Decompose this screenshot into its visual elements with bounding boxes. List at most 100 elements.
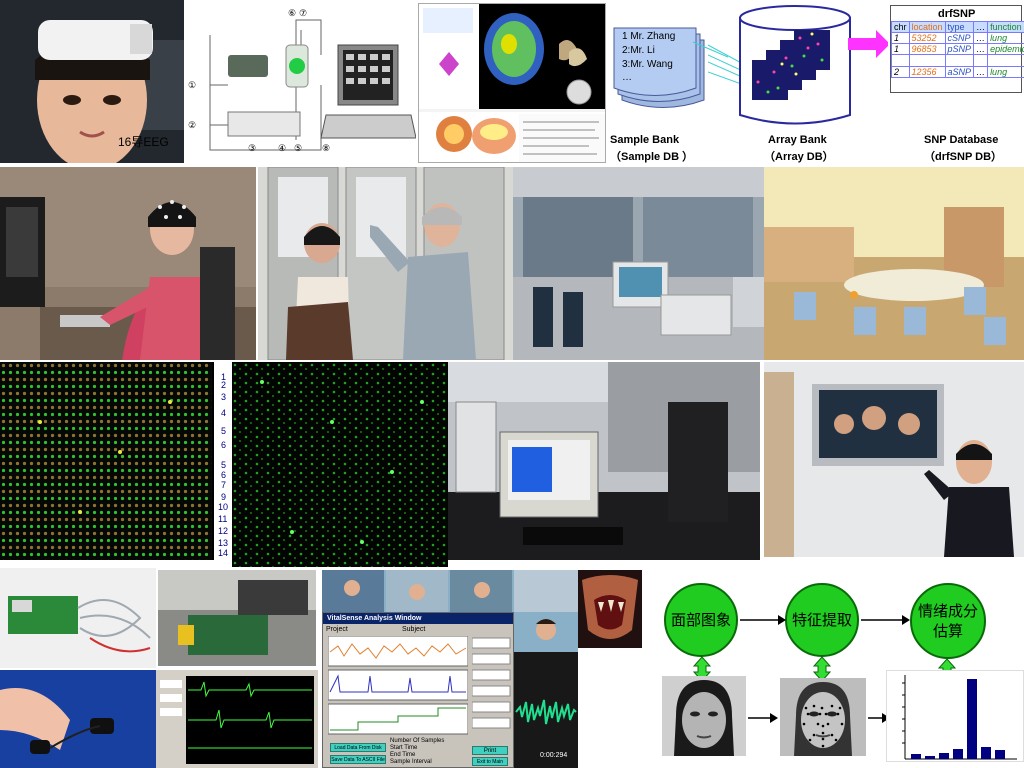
array-number: 5 xyxy=(221,426,227,436)
load-data-button[interactable]: Load Data From Disk xyxy=(330,743,386,752)
table-row: 1 96853 pSNP … epidemic xyxy=(891,43,1024,55)
face-photo-feature-points xyxy=(780,678,866,756)
brain-software-screenshot xyxy=(418,3,606,163)
snp-cell-type: aSNP xyxy=(944,66,975,78)
ecg-software-screenshot xyxy=(156,670,318,768)
table-row xyxy=(891,54,1024,67)
snp-cell-function: lung xyxy=(987,66,1024,78)
creature-face-art xyxy=(578,570,642,648)
array-number: 12 xyxy=(218,526,229,536)
snp-cell-ellipsis: … xyxy=(973,32,989,44)
vitalsense-project-label: Project xyxy=(326,626,348,633)
right-arrow-icon xyxy=(740,615,786,625)
photo-circuit-bench-art xyxy=(158,570,316,666)
photo-lab-room-computers xyxy=(513,167,764,360)
save-data-button[interactable]: Save Data To ASCII File xyxy=(330,755,386,764)
snp-cell-chr: 2 xyxy=(891,66,910,78)
flow-step-face-image: 面部图象 xyxy=(664,583,738,657)
photo-sensor-board-cables xyxy=(0,568,156,668)
emotion-bar-chart-svg xyxy=(902,675,1017,760)
array-number: 2 xyxy=(221,380,227,390)
snp-header-chr: chr xyxy=(891,21,910,33)
photo-video-screen-art xyxy=(764,362,1024,557)
snp-cell-chr: 1 xyxy=(891,43,910,55)
snp-cell-function xyxy=(987,54,1024,67)
photo-researcher-adjusting-eeg-cap xyxy=(258,167,513,360)
snp-cell-chr: 1 xyxy=(891,32,910,44)
sample-row-3: 3:Mr. Wang xyxy=(622,59,673,70)
right-arrow-icon xyxy=(748,713,778,723)
sample-bank-label: Sample Bank xyxy=(610,134,680,146)
emotion-bars xyxy=(911,679,1005,759)
snp-table-header: chr location type … function xyxy=(891,21,1024,33)
vitalsense-value-boxes xyxy=(472,637,511,729)
face-photo-feature-points-art xyxy=(780,678,866,756)
eeg-system-diagram: ⑥ ⑦ ① ② ③ ④ ⑤ ⑧ xyxy=(186,0,416,163)
array-bank-sublabel: （Array DB） xyxy=(764,151,834,163)
sample-row-1: 1 Mr. Zhang xyxy=(622,31,676,42)
diagram-label-8: ⑧ xyxy=(322,143,331,153)
snp-db-sublabel: （drfSNP DB） xyxy=(924,151,1003,163)
photo-woman-eeg-art xyxy=(0,167,256,360)
snp-header-location: location xyxy=(908,21,946,33)
ecg-software-art xyxy=(156,670,318,768)
snp-cell-type: cSNP xyxy=(944,32,975,44)
face-photo-original-art xyxy=(662,676,746,756)
array-number: 13 xyxy=(218,538,229,548)
snp-cell-ellipsis xyxy=(973,54,989,67)
exit-to-main-button[interactable]: Exit to Main xyxy=(472,757,508,766)
array-number: 10 xyxy=(218,502,229,512)
snp-cell-location: 12356 xyxy=(908,66,946,78)
array-number: 14 xyxy=(218,548,229,558)
vitalsense-signal-plots xyxy=(328,636,468,735)
array-bank-cylinder xyxy=(708,5,888,125)
table-row: 1 53252 cSNP … lung xyxy=(891,32,1024,44)
array-number: 9 xyxy=(221,492,227,502)
array-number: 11 xyxy=(218,514,228,524)
vitalsense-title-bar: VitalSense Analysis Window xyxy=(323,613,513,624)
snp-header-type: type xyxy=(944,21,975,33)
snp-cell-type xyxy=(944,54,975,67)
snp-cell-type: pSNP xyxy=(944,43,975,55)
snp-database-figure: drfSNP chr location type … function 1 53… xyxy=(888,5,1024,163)
photo-circuit-bench xyxy=(158,570,316,666)
snp-header-ellipsis: … xyxy=(973,21,989,33)
microarray-image-numbered: 1 2 3 4 5 6 5 6 7 9 10 11 12 13 14 xyxy=(0,362,232,560)
snp-cell-ellipsis: … xyxy=(973,66,989,78)
print-button[interactable]: Print xyxy=(472,746,508,755)
vitalsense-top-photos xyxy=(322,570,578,614)
diagram-label-3: ③ xyxy=(248,143,257,153)
photo-woman-eeg-cap-at-computer xyxy=(0,167,256,360)
creature-face-image xyxy=(578,570,642,648)
photo-finger-sensor-hand xyxy=(0,670,156,768)
array-number: 5 xyxy=(221,460,227,470)
photo-finger-sensor-art xyxy=(0,670,156,768)
sample-bank-sublabel: （Sample DB ） xyxy=(610,151,694,163)
snp-cell-location: 53252 xyxy=(908,32,946,44)
diagram-label-4: ④ xyxy=(278,143,287,153)
snp-cell-location xyxy=(908,54,946,67)
photo-man-at-video-screen xyxy=(764,362,1024,557)
microarray-grid-art xyxy=(0,362,212,560)
snp-table: chr location type … function 1 53252 cSN… xyxy=(891,21,1024,78)
photo-childrens-room-art xyxy=(764,167,1024,360)
diagram-label-2: ② xyxy=(188,120,197,130)
eeg-system-diagram-art xyxy=(209,19,416,151)
photo-lab-equipment-monitor xyxy=(448,362,760,560)
sample-row-2: 2:Mr. Li xyxy=(622,45,655,56)
photo-lab-room-art xyxy=(513,167,764,360)
snp-header-function: function xyxy=(987,21,1024,33)
snp-cell-location: 96853 xyxy=(908,43,946,55)
vitalsense-info-end: End Time xyxy=(390,752,416,758)
snp-cell-function: lung xyxy=(987,32,1024,44)
sample-row-4: … xyxy=(622,72,632,83)
microarray-green-art xyxy=(232,362,448,567)
photo-researcher-art xyxy=(258,167,513,360)
vitalsense-info-interval: Sample Interval xyxy=(390,759,432,765)
vitalsense-subject-label: Subject xyxy=(402,626,426,633)
flow-step-emotion-estimation: 情绪成分估算 xyxy=(910,583,986,659)
right-arrow-icon xyxy=(861,615,910,625)
snp-db-label: SNP Database xyxy=(924,134,999,146)
vitalsense-software-screenshot: VitalSense Analysis Window Project Subje… xyxy=(322,570,578,768)
flow-step-emotion-estimation-label: 情绪成分估算 xyxy=(918,602,979,640)
